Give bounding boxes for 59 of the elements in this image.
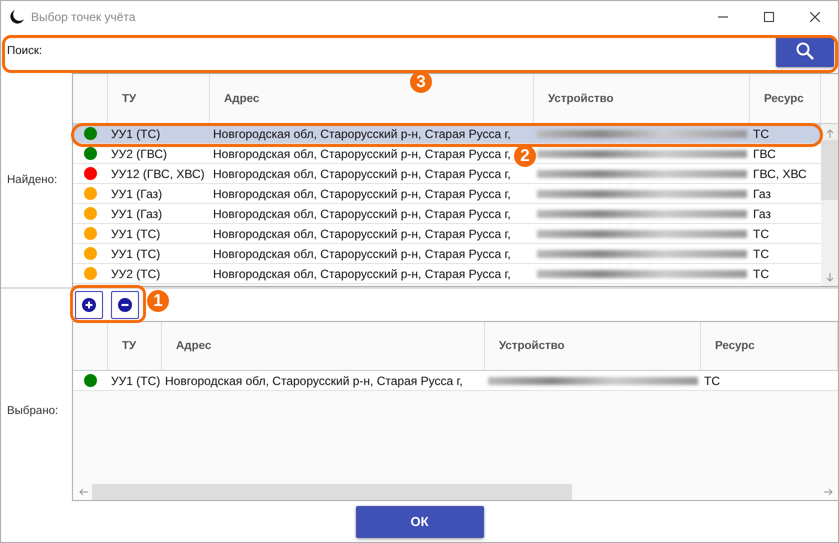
column-header[interactable]: ТУ [108,74,210,123]
table-cell-text: УУ1 (ТС) [110,372,162,390]
table-cell-text: УУ1 (Газ) [110,206,164,222]
table-cell-text: ТС [752,246,770,262]
table-row[interactable]: УУ2 (ТС) Новгородская обл, Старорусский р-н, Старая Русса г, ТС [73,264,821,284]
table-cell-text: ГВС [752,146,777,162]
column-header[interactable]: Устройство [485,322,701,370]
ok-button[interactable]: ОК [356,506,484,538]
table-cell-text: УУ1 (Газ) [110,186,164,202]
arrow-left-icon[interactable] [79,488,88,496]
window-title: Выбор точек учёта [31,10,136,24]
close-icon[interactable] [810,12,820,22]
chosen-label: Выбрано: [7,405,58,417]
address-text: Новгородская обл, Старорусский р-н, Старая Русса г, [213,166,511,180]
column-header[interactable]: Ресурс [750,74,821,123]
column-header[interactable]: Адрес [162,322,485,370]
table-cell-text: УУ2 (ГВС) [110,146,168,162]
found-label: Найдено: [7,174,58,186]
number-badge: 1 [147,290,169,312]
search-label: Поиск: [7,45,42,57]
remove-button[interactable] [111,291,139,319]
table-cell-text: ТС [703,372,721,390]
table-cell-text: ГВС, ХВС [752,166,808,182]
column-header[interactable]: Устройство [534,74,750,123]
search-icon [796,42,814,60]
table-row[interactable]: УУ1 (ТС) Новгородская обл, Старорусский р-н, Старая Русса г, ТС [73,244,821,264]
address-text: Новгородская обл, Старорусский р-н, Старая Русса г, [213,246,511,260]
table-row[interactable]: УУ1 (ТС) Новгородская обл, Старорусский р-н, Старая Русса г, ТС [73,124,821,144]
table-cell-text: УУ12 (ГВС, ХВС) [110,166,206,182]
column-header[interactable]: ТУ [108,322,162,370]
table-cell-text: Газ [752,186,772,202]
arrow-right-icon[interactable] [824,488,833,496]
search-button[interactable] [776,36,834,66]
plus-circle-icon [82,298,96,312]
address-text: Новгородская обл, Старорусский р-н, Старая Русса г, [213,126,511,140]
maximize-icon[interactable] [764,12,774,22]
address-text: Новгородская обл, Старорусский р-н, Старая Русса г, [213,226,511,240]
table-cell-text: ТС [752,226,770,242]
table-cell-text: Новгородская обл, Старорусский р-н, Старая Русса г, [164,372,464,390]
add-button[interactable] [75,291,103,319]
address-text: Новгородская обл, Старорусский р-н, Старая Русса г, [213,146,511,160]
address-text: Новгородская обл, Старорусский р-н, Старая Русса г, [213,186,511,200]
table-cell-text: УУ1 (ТС) [110,246,162,262]
table-row[interactable]: УУ12 (ГВС, ХВС) Новгородская обл, Старорусский р-н, Старая Русса г, ГВС, ХВС [73,164,821,184]
table-row[interactable]: УУ1 (Газ) Новгородская обл, Старорусский р-н, Старая Русса г, Газ [73,184,821,204]
address-text: Новгородская обл, Старорусский р-н, Старая Русса г, [213,206,511,220]
table-cell-text: ТС [752,266,770,282]
address-text: Новгородская обл, Старорусский р-н, Старая Русса г, [213,266,511,280]
table-cell-text: УУ1 (ТС) [110,126,162,142]
minus-circle-icon [118,298,132,312]
table-row[interactable]: УУ1 (ТС) Новгородская обл, Старорусский р-н, Старая Русса г, ТС [73,371,838,391]
column-header[interactable]: Ресурс [701,322,838,370]
crescent-icon [9,9,25,25]
table-cell-text: УУ1 (ТС) [110,226,162,242]
table-row[interactable]: УУ1 (Газ) Новгородская обл, Старорусский р-н, Старая Русса г, Газ [73,204,821,224]
table-cell-text: Газ [752,206,772,222]
table-cell-text: ТС [752,126,770,142]
table-row[interactable]: УУ1 (ТС) Новгородская обл, Старорусский р-н, Старая Русса г, ТС [73,224,821,244]
table-cell-text: УУ2 (ТС) [110,266,162,282]
